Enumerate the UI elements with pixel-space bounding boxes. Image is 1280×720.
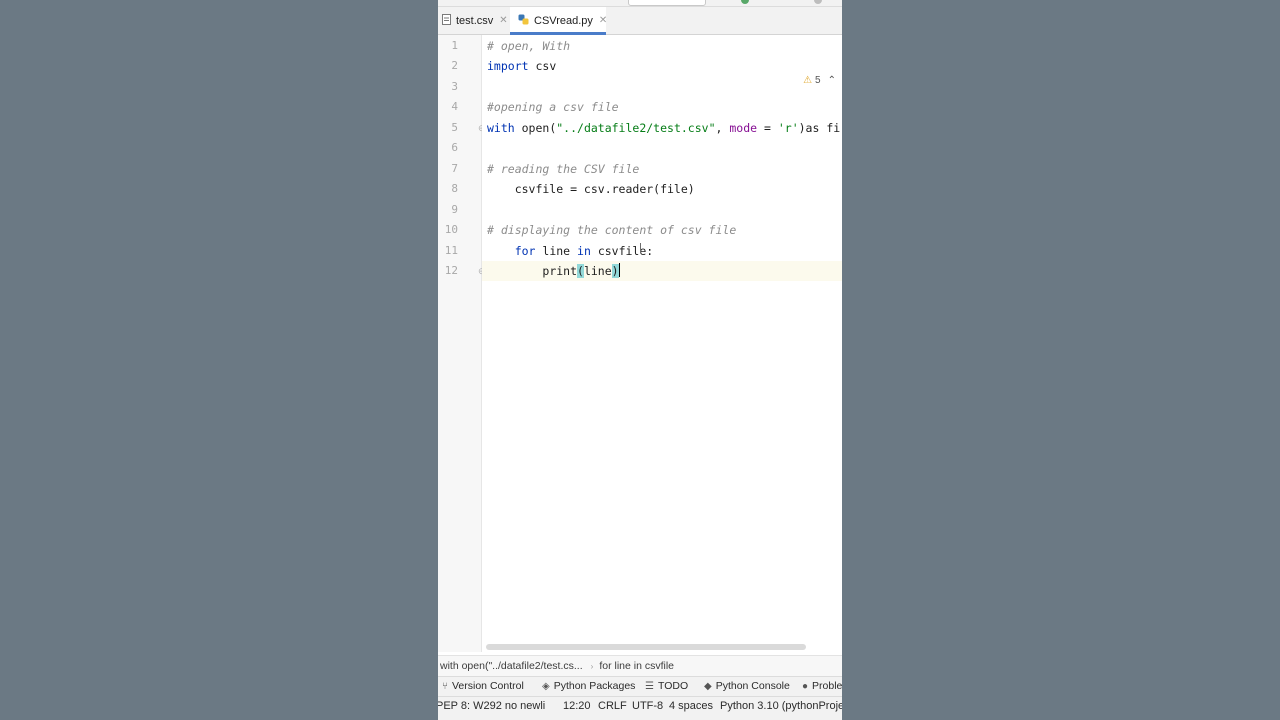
run-icon[interactable] (741, 0, 749, 4)
line-number: 6 (451, 141, 458, 154)
close-icon[interactable]: ✕ (499, 15, 507, 26)
line-number: 4 (451, 100, 458, 113)
tab-label: CSVread.py (534, 14, 593, 27)
tool-todo[interactable]: ☰ TODO (645, 677, 688, 696)
python-console-icon: ◆ (704, 681, 712, 692)
python-interpreter[interactable]: Python 3.10 (pythonProject (720, 697, 842, 715)
code-line-5: with open("../datafile2/test.csv", mode … (487, 121, 841, 135)
python-file-icon (518, 14, 529, 28)
code-line-10: # displaying the content of csv file (487, 223, 737, 237)
line-number-gutter: 1 2 3 4 5 6 7 8 9 10 11 12 ⊖ ⊖ (438, 35, 486, 652)
line-number: 12 (444, 264, 458, 277)
warning-icon: ⚠ (803, 75, 813, 86)
code-editor[interactable]: # open, With import csv #opening a csv f… (482, 35, 842, 652)
main-toolbar (438, 0, 842, 7)
csv-file-icon (442, 13, 451, 28)
line-number: 3 (451, 80, 458, 93)
breadcrumb: with open("../datafile2/test.cs... › for l… (438, 655, 842, 676)
run-config-selector[interactable] (628, 0, 706, 6)
packages-icon: ◈ (542, 681, 550, 692)
tab-csvread-py[interactable]: CSVread.py ✕ (510, 7, 607, 35)
file-encoding[interactable]: UTF-8 (632, 697, 663, 715)
status-message[interactable]: PEP 8: W292 no newli (438, 697, 545, 715)
tab-label: test.csv (456, 14, 494, 27)
tool-problems[interactable]: ● Proble (802, 677, 842, 696)
line-number: 10 (444, 223, 458, 236)
ide-window: test.csv ✕ CSVread.py ✕ 1 2 3 4 5 6 7 8 … (438, 0, 842, 720)
code-line-1: # open, With (487, 39, 571, 53)
code-line-4: #opening a csv file (487, 100, 619, 114)
search-icon[interactable] (814, 0, 822, 4)
horizontal-scrollbar[interactable] (486, 644, 806, 650)
chevron-up-icon[interactable]: ⌃ (828, 75, 836, 86)
todo-icon: ☰ (645, 681, 654, 692)
line-number: 7 (451, 162, 458, 175)
status-bar: PEP 8: W292 no newli 12:20 CRLF UTF-8 4 … (438, 696, 842, 720)
line-number: 2 (451, 59, 458, 72)
chevron-right-icon: › (590, 662, 594, 671)
warning-count: 5 (815, 75, 821, 86)
code-line-2: import csv (487, 59, 557, 73)
breadcrumb-item[interactable]: for line in csvfile (599, 656, 674, 676)
mouse-ibeam-cursor (640, 243, 641, 253)
tool-window-bar: ⑂ Version Control ◈ Python Packages ☰ TODO … (438, 676, 842, 696)
tool-python-packages[interactable]: ◈ Python Packages (542, 677, 635, 696)
line-number: 5 (451, 121, 458, 134)
close-icon[interactable]: ✕ (599, 15, 607, 26)
line-number: 11 (444, 244, 458, 257)
tab-test-csv[interactable]: test.csv ✕ (442, 7, 510, 34)
code-line-8: csvfile = csv.reader(file) (487, 182, 695, 196)
line-number: 8 (451, 182, 458, 195)
inspection-widget[interactable]: ⚠ 5 ⌃ (803, 75, 836, 86)
breadcrumb-item[interactable]: with open("../datafile2/test.cs... (440, 656, 583, 676)
version-control-icon: ⑂ (442, 681, 448, 692)
tool-python-console[interactable]: ◆ Python Console (704, 677, 790, 696)
line-number: 1 (451, 39, 458, 52)
editor-tab-bar: test.csv ✕ CSVread.py ✕ (438, 7, 842, 35)
tool-version-control[interactable]: ⑂ Version Control (442, 677, 524, 696)
line-number: 9 (451, 203, 458, 216)
code-line-7: # reading the CSV file (487, 162, 640, 176)
indent-setting[interactable]: 4 spaces (669, 697, 713, 715)
line-separator[interactable]: CRLF (598, 697, 627, 715)
caret-position[interactable]: 12:20 (563, 697, 591, 715)
code-line-12: print(line) (542, 263, 620, 278)
code-line-11: for line in csvfile: (514, 244, 654, 258)
problems-icon: ● (802, 681, 809, 692)
text-caret (618, 263, 620, 277)
